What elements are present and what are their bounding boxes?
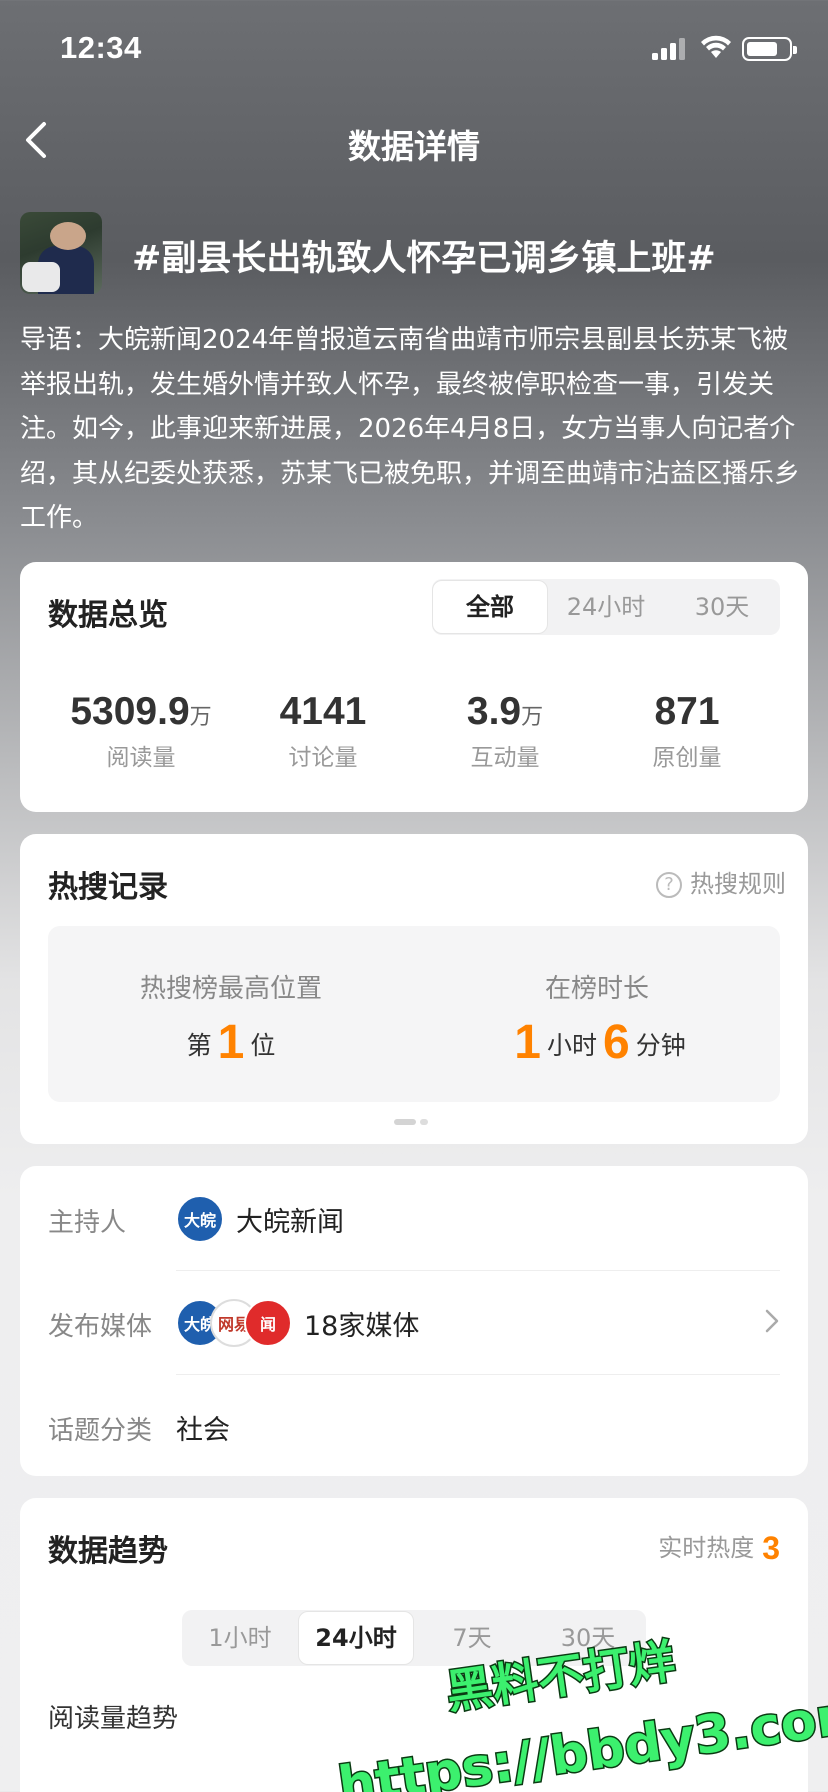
- peak-position: 热搜榜最高位置 第1位: [48, 926, 414, 1070]
- page-dot: [394, 1119, 416, 1125]
- tab-24h[interactable]: 24小时: [298, 1611, 414, 1665]
- tab-all[interactable]: 全部: [432, 580, 548, 634]
- nav-bar: 数据详情: [0, 110, 828, 170]
- tab-24h[interactable]: 24小时: [548, 579, 664, 635]
- tab-7d[interactable]: 7天: [414, 1610, 530, 1666]
- stat-value: 871: [654, 690, 720, 733]
- realtime-heat-value: 3: [762, 1530, 780, 1566]
- chevron-right-icon[interactable]: [764, 1308, 780, 1334]
- category-value: 社会: [176, 1414, 230, 1446]
- hot-search-rules-link[interactable]: ? 热搜规则: [656, 864, 786, 899]
- peak-prefix: 第: [186, 1031, 212, 1060]
- duration-hours: 1: [514, 1016, 541, 1069]
- tab-1h[interactable]: 1小时: [182, 1610, 298, 1666]
- status-bar: 12:34: [0, 0, 828, 100]
- host-row: 主持人 大皖 大皖新闻: [20, 1166, 808, 1270]
- stat-label: 讨论量: [288, 745, 358, 771]
- dawan-news-logo: 大皖: [176, 1195, 224, 1243]
- hot-search-summary: 热搜榜最高位置 第1位 在榜时长 1 小时 6 分钟: [48, 926, 780, 1102]
- duration-minutes-unit: 分钟: [635, 1031, 686, 1060]
- stat-originals: 871 原创量: [596, 690, 778, 772]
- duration-hours-unit: 小时: [546, 1031, 597, 1060]
- status-time: 12:34: [60, 30, 142, 65]
- battery-icon: [742, 37, 797, 61]
- tab-30d[interactable]: 30天: [664, 579, 780, 635]
- media-label: 发布媒体: [48, 1312, 153, 1342]
- stat-unit: 万: [189, 705, 212, 730]
- duration-minutes: 6: [603, 1016, 630, 1069]
- realtime-heat-label: 实时热度: [658, 1534, 755, 1562]
- stat-label: 原创量: [652, 745, 722, 771]
- topic-intro: 导语：大皖新闻2024年曾报道云南省曲靖市师宗县副县长苏某飞被举报出轨，发生婚外…: [20, 325, 801, 534]
- page-dot: [420, 1119, 428, 1125]
- page-indicator: [394, 1110, 432, 1129]
- topic-header: #副县长出轨致人怀孕已调乡镇上班#: [20, 212, 810, 294]
- stat-discussions: 4141 讨论量: [232, 690, 414, 772]
- media-count: 18家媒体: [304, 1310, 420, 1342]
- media-row[interactable]: 发布媒体 大皖 网易 闻 18家媒体: [20, 1270, 808, 1374]
- hot-search-card: 热搜记录 ? 热搜规则 热搜榜最高位置 第1位 在榜时长 1 小时 6 分钟: [20, 834, 808, 1144]
- topic-thumbnail: [20, 212, 102, 294]
- news-logo: 闻: [244, 1299, 292, 1347]
- trend-title: 数据趋势: [48, 1534, 168, 1569]
- stat-interactions: 3.9万 互动量: [414, 690, 596, 772]
- peak-value: 1: [217, 1016, 245, 1069]
- duration-label: 在榜时长: [544, 974, 649, 1004]
- trend-card: 数据趋势 实时热度 3 1小时 24小时 7天 30天 阅读量趋势: [20, 1498, 808, 1792]
- stat-value: 5309.9: [70, 690, 190, 733]
- host-name[interactable]: 大皖新闻: [236, 1200, 344, 1239]
- realtime-heat: 实时热度 3: [658, 1528, 780, 1567]
- stat-label: 互动量: [470, 745, 540, 771]
- trend-range-tabs: 1小时 24小时 7天 30天: [182, 1610, 646, 1666]
- listing-duration: 在榜时长 1 小时 6 分钟: [414, 926, 780, 1070]
- stat-label: 阅读量: [106, 745, 176, 771]
- peak-suffix: 位: [250, 1031, 276, 1060]
- page-title: 数据详情: [348, 127, 480, 166]
- category-row: 话题分类 社会: [20, 1374, 808, 1478]
- rules-label: 热搜规则: [690, 870, 786, 898]
- tab-30d[interactable]: 30天: [530, 1610, 646, 1666]
- stat-unit: 万: [521, 705, 544, 730]
- stat-value: 4141: [279, 690, 367, 733]
- overview-title: 数据总览: [48, 598, 168, 633]
- overview-range-tabs: 全部 24小时 30天: [432, 579, 780, 635]
- wifi-icon: [701, 35, 731, 58]
- topic-info-card: 主持人 大皖 大皖新闻 发布媒体 大皖 网易 闻 18家媒体 话题分类 社会: [20, 1166, 808, 1476]
- topic-title: #副县长出轨致人怀孕已调乡镇上班#: [132, 239, 716, 279]
- stat-value: 3.9: [466, 690, 522, 733]
- stat-reads: 5309.9万 阅读量: [50, 690, 232, 772]
- overview-card: 数据总览 全部 24小时 30天 5309.9万 阅读量 4141 讨论量 3.…: [20, 562, 808, 812]
- host-label: 主持人: [48, 1208, 127, 1238]
- question-circle-icon: ?: [656, 872, 682, 898]
- hot-search-title: 热搜记录: [48, 870, 168, 905]
- read-trend-title: 阅读量趋势: [48, 1704, 179, 1734]
- overview-stats: 5309.9万 阅读量 4141 讨论量 3.9万 互动量 871 原创量: [20, 690, 808, 780]
- cellular-signal-icon: [652, 38, 685, 60]
- category-label: 话题分类: [48, 1416, 153, 1446]
- peak-label: 热搜榜最高位置: [139, 974, 322, 1004]
